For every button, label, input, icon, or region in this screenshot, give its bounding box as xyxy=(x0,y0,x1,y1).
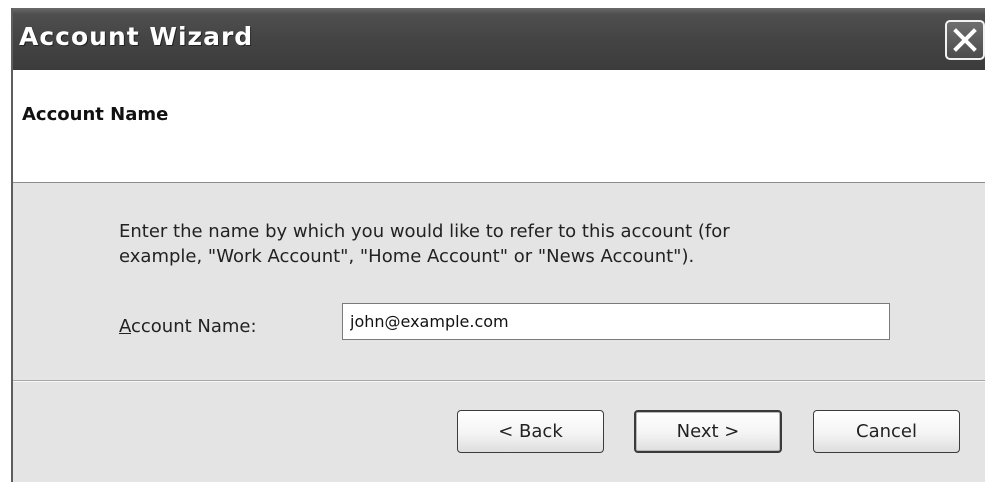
account-name-label-text: ccount Name: xyxy=(131,316,257,337)
account-name-label-mnemonic: A xyxy=(119,316,131,337)
back-button[interactable]: < Back xyxy=(457,410,604,453)
account-name-label: Account Name: xyxy=(119,316,257,337)
account-wizard-window: Account Wizard Account Name Enter the na… xyxy=(11,8,985,482)
cancel-button[interactable]: Cancel xyxy=(813,410,960,453)
instructions-text: Enter the name by which you would like t… xyxy=(119,219,879,269)
page-title: Account Name xyxy=(22,104,169,125)
wizard-header-panel: Account Name xyxy=(13,70,985,183)
close-button[interactable] xyxy=(945,20,985,60)
instructions-line-1: Enter the name by which you would like t… xyxy=(119,221,730,242)
close-x-icon xyxy=(953,28,977,52)
next-button[interactable]: Next > xyxy=(634,410,782,453)
window-title: Account Wizard xyxy=(19,22,254,51)
title-bar[interactable]: Account Wizard xyxy=(13,8,985,70)
instructions-line-2: example, "Work Account", "Home Account" … xyxy=(119,246,695,267)
account-name-input[interactable] xyxy=(342,303,890,340)
wizard-body-panel: Enter the name by which you would like t… xyxy=(13,183,985,380)
wizard-footer: < Back Next > Cancel xyxy=(13,382,985,482)
